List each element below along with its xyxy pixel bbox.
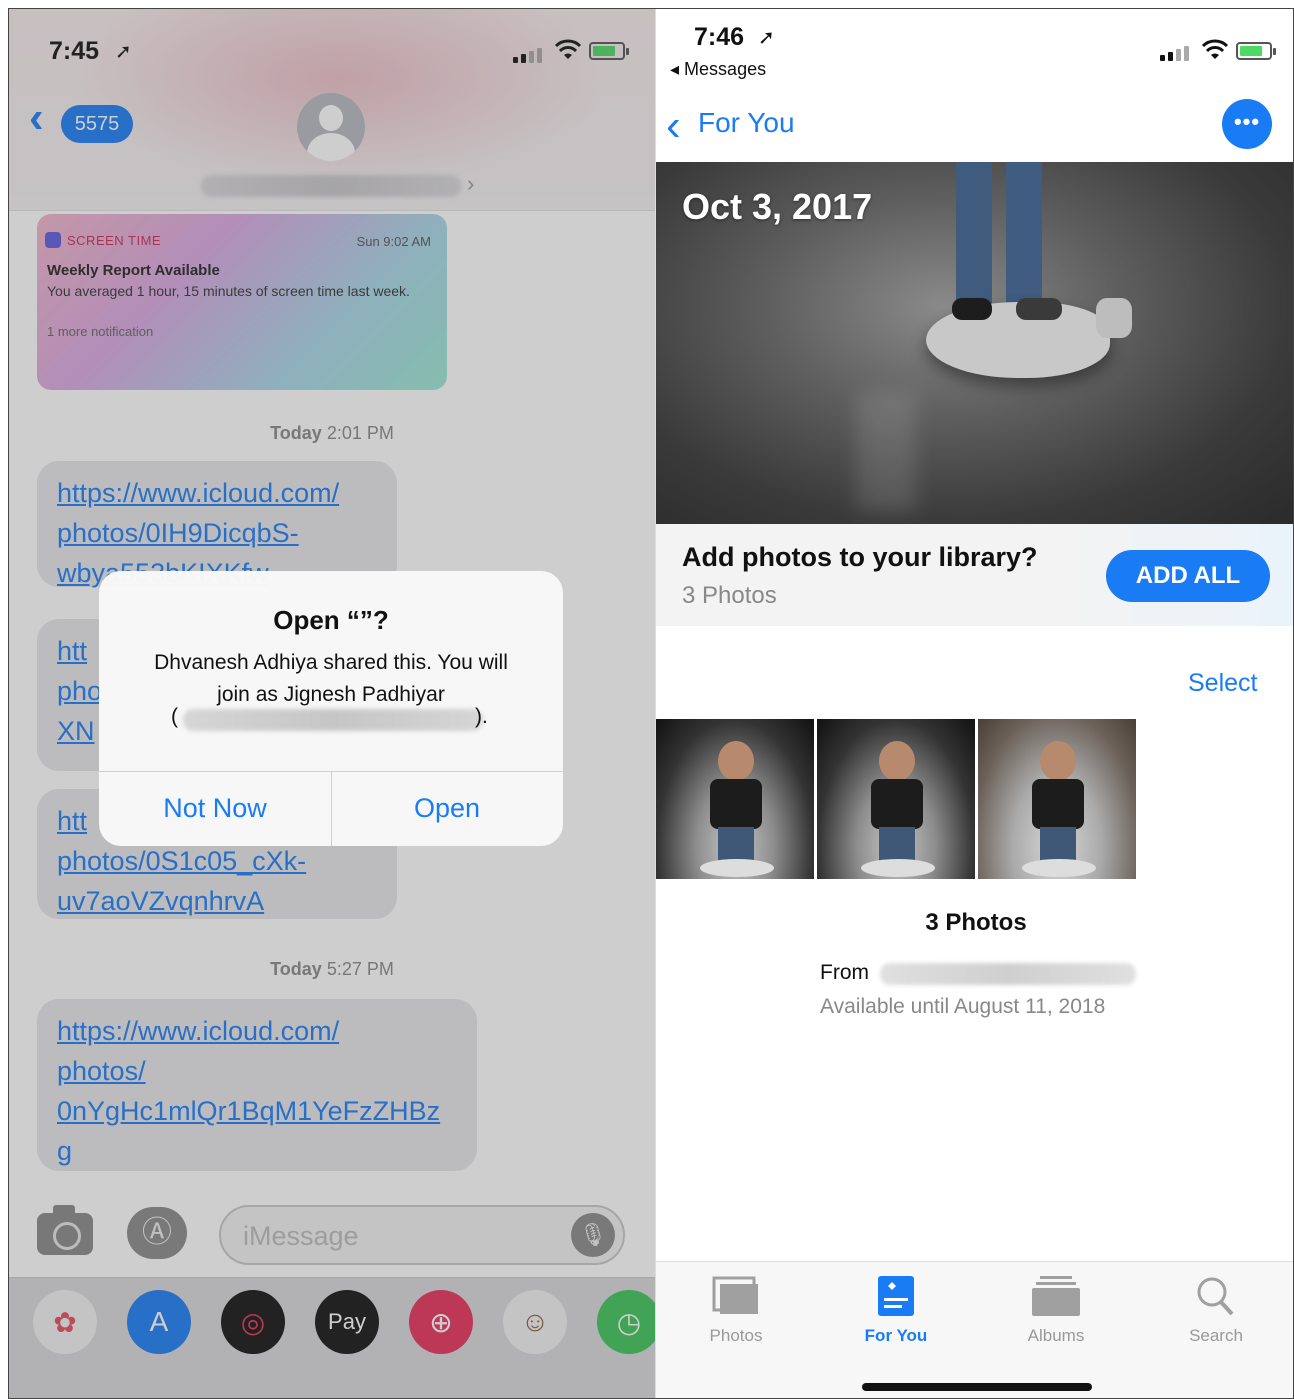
location-arrow-icon: ➚ (758, 27, 775, 49)
email-redacted (183, 709, 483, 731)
availability-text: Available until August 11, 2018 (820, 995, 1106, 1018)
add-count: 3 Photos (682, 582, 777, 609)
tab-for-you[interactable]: For You (816, 1262, 976, 1372)
photo-thumbnail[interactable] (978, 719, 1136, 879)
open-link-alert: Open “”? Dhvanesh Adhiya shared this. Yo… (99, 571, 563, 846)
albums-tab-icon (1032, 1276, 1080, 1316)
shared-album-cover-photo[interactable]: Oct 3, 2017 (656, 162, 1293, 524)
tab-albums[interactable]: Albums (976, 1262, 1136, 1372)
photos-tab-icon (712, 1276, 758, 1314)
search-tab-icon (1197, 1277, 1234, 1316)
signal-icon (1160, 43, 1189, 61)
not-now-button[interactable]: Not Now (99, 771, 331, 846)
sender-redacted (880, 963, 1136, 985)
open-button[interactable]: Open (331, 771, 563, 846)
alert-message: Dhvanesh Adhiya shared this. You will jo… (154, 651, 508, 706)
back-chevron-icon[interactable]: ‹ (666, 101, 681, 151)
wifi-icon (1202, 39, 1228, 59)
add-question: Add photos to your library? (682, 542, 1038, 572)
for-you-tab-icon (878, 1276, 914, 1316)
photo-thumbnail[interactable] (656, 719, 814, 879)
add-to-library-banner: Add photos to your library? 3 Photos ADD… (656, 524, 1293, 626)
photos-screen: 7:46 ➚ ◂ Messages ‹ For You ••• Oct 3, 2 (655, 9, 1293, 1398)
more-options-icon[interactable]: ••• (1222, 99, 1272, 149)
home-indicator[interactable] (862, 1383, 1092, 1391)
nav-back-for-you[interactable]: For You (698, 107, 795, 139)
add-all-button[interactable]: ADD ALL (1106, 550, 1270, 602)
back-to-messages[interactable]: ◂ Messages (670, 59, 766, 80)
status-time: 7:46 (694, 23, 745, 51)
messages-screen: 7:45 ➚ ‹ 5575 › SCREEN TIME Sun 9:02 AM … (9, 9, 655, 1398)
tab-search[interactable]: Search (1136, 1262, 1293, 1372)
screenshot-frame: 7:45 ➚ ‹ 5575 › SCREEN TIME Sun 9:02 AM … (8, 8, 1294, 1399)
battery-icon (1236, 42, 1276, 60)
alert-title: Open “”? (273, 605, 389, 635)
hero-date: Oct 3, 2017 (682, 186, 873, 227)
select-button[interactable]: Select (1188, 669, 1257, 698)
tab-photos[interactable]: Photos (656, 1262, 816, 1372)
from-label: From (820, 961, 869, 984)
tab-bar: Photos For You Albums Search (656, 1261, 1293, 1398)
photo-thumbnail[interactable] (817, 719, 975, 879)
photos-count-title: 3 Photos (925, 909, 1027, 936)
